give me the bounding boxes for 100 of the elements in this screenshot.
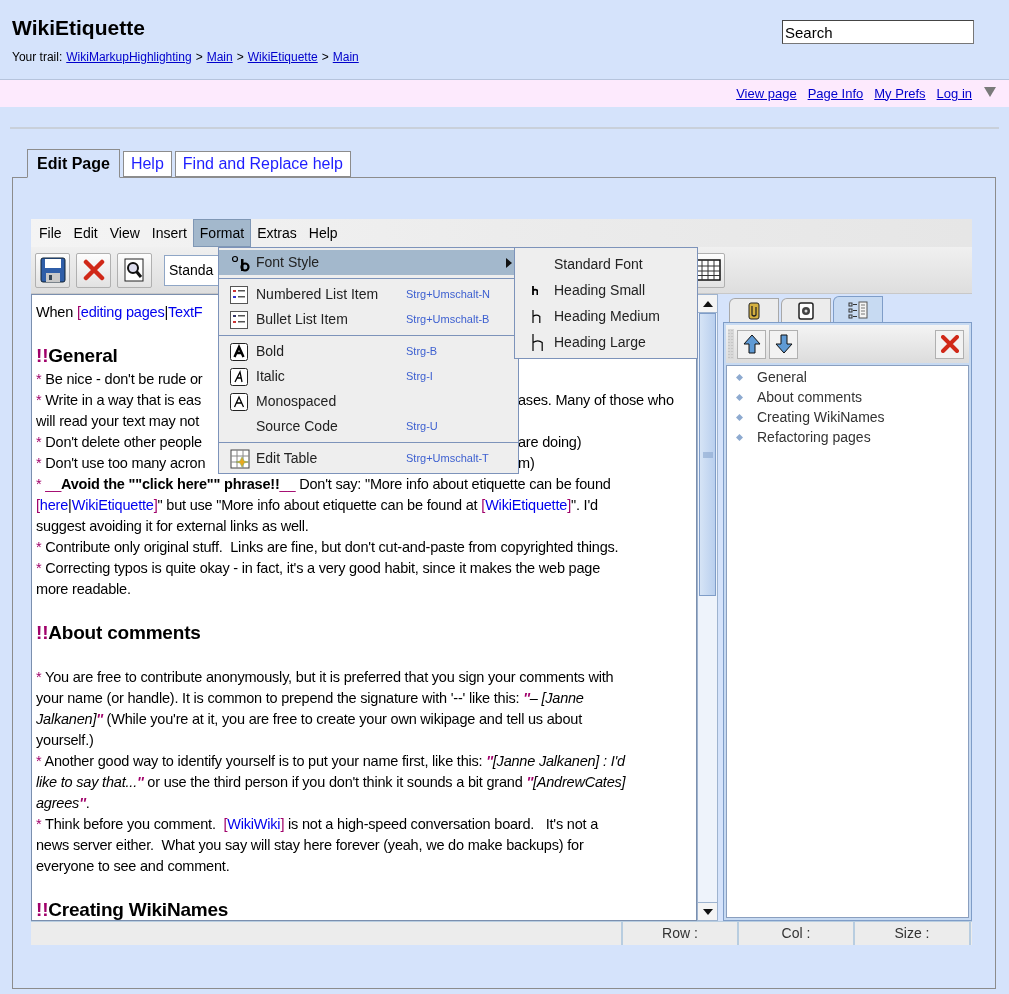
heading-icon — [532, 309, 542, 323]
trail-link[interactable]: Main — [332, 48, 359, 66]
menu-bar-item[interactable]: File — [33, 219, 68, 247]
remove-button[interactable] — [935, 329, 964, 359]
trail-separator: > — [236, 49, 244, 66]
menu-item[interactable]: Bold Strg-B — [219, 339, 518, 364]
trail-link[interactable]: Main — [206, 48, 233, 66]
menu-item[interactable]: Heading Small — [515, 277, 697, 303]
gear-document-icon — [798, 301, 814, 320]
move-down-button[interactable] — [769, 329, 798, 359]
trail-separator: > — [195, 49, 203, 66]
shortcut-label: Strg-B — [406, 344, 438, 360]
shortcut-label: Strg-U — [406, 419, 438, 435]
up-arrow-icon — [742, 334, 761, 354]
dropdown-triangle-icon[interactable] — [984, 86, 996, 97]
markup-text: * Be nice - don't be rude or — [36, 369, 203, 388]
menu-item[interactable]: Source Code Strg-U — [219, 414, 518, 439]
markup-text: ases. Many of those who — [518, 390, 674, 409]
markup-text: * Correcting typos is quite okay - in fact, it's a very good habit, since it makes the web page — [36, 558, 601, 577]
markup-text: will read your text may not — [36, 411, 200, 430]
scrollbar[interactable] — [697, 294, 718, 921]
menu-item[interactable]: Standard Font — [515, 251, 697, 277]
menu-bar-item[interactable]: View — [103, 219, 146, 247]
scroll-down-icon[interactable] — [702, 908, 713, 915]
shortcut-label: Strg-I — [406, 369, 433, 385]
page-tab[interactable]: Find and Replace help — [174, 151, 351, 177]
page-action-link[interactable]: My Prefs — [874, 83, 926, 104]
page-tab[interactable]: Help — [122, 151, 172, 177]
grip-icon — [702, 451, 713, 458]
markup-text: * Think before you comment. [WikiWiki] is not a high-speed conversation board. It's not a — [36, 814, 598, 833]
shortcut-label: Strg+Umschalt-T — [406, 451, 489, 467]
menu-item[interactable]: Monospaced — [219, 389, 518, 414]
markup-text: * Another good way to identify yourself is to put your name first, like this: ''[Janne Jalkanen] : I'd — [36, 751, 625, 770]
markup-text: [here|WikiEtiquette]" but use "More info about etiquette can be found at [WikiEtiquette]". I'd — [36, 495, 598, 514]
markup-text: everyone to see and comment. — [36, 856, 230, 875]
status-label: Row : — [662, 924, 698, 943]
markup-text: like to say that...'' or use the third person if you don't think it sounds a bit grand ''[AndrewCates] — [36, 772, 626, 791]
page-tab[interactable]: Edit Page — [27, 149, 120, 178]
paperclip-icon — [748, 301, 760, 320]
markup-text: * Don't delete other people — [36, 432, 202, 451]
status-label: Size : — [894, 924, 930, 943]
outline-item[interactable]: Refactoring pages — [757, 426, 871, 448]
toolbar-grip-icon — [728, 329, 734, 359]
font-style-icon — [230, 253, 250, 272]
submenu-arrow-icon — [506, 257, 512, 268]
menu-item[interactable]: Edit Table Strg+Umschalt-T — [219, 446, 518, 471]
scroll-up-icon[interactable] — [702, 300, 713, 307]
magnifier-page-icon — [123, 258, 146, 282]
heading-markup: !!About comments — [36, 621, 201, 644]
menu-item[interactable]: Heading Medium — [515, 303, 697, 329]
outline-icon — [848, 300, 868, 319]
side-panel-tab[interactable] — [781, 298, 831, 322]
outline-item[interactable]: General — [757, 366, 807, 388]
side-panel-tab[interactable] — [729, 298, 779, 322]
menu-item[interactable]: Italic Strg-I — [219, 364, 518, 389]
wiki-link[interactable]: WikiEtiquette — [485, 496, 568, 513]
markup-text: Jalkanen]'' (While you're at it, you are free to create your own wikipage and tell us about — [36, 709, 582, 728]
save-button[interactable] — [35, 252, 70, 288]
markup-text: agrees''. — [36, 793, 90, 812]
page-action-link[interactable]: Log in — [936, 83, 972, 104]
move-up-button[interactable] — [737, 329, 766, 359]
page-title: WikiEtiquette — [12, 16, 145, 40]
menu-bar-item[interactable]: Help — [302, 219, 344, 247]
diamond-bullet-icon — [736, 433, 743, 441]
menu-bar-item[interactable]: Edit — [67, 219, 104, 247]
search-field[interactable]: Search — [782, 20, 974, 44]
menu-item[interactable]: Numbered List Item Strg+Umschalt-N — [219, 282, 518, 307]
heading-markup: !!Creating WikiNames — [36, 898, 229, 920]
diamond-bullet-icon — [736, 373, 743, 381]
wiki-link[interactable]: WikiEtiquette — [71, 496, 154, 513]
markup-text: more readable. — [36, 579, 131, 598]
markup-text: * __Avoid the ""click here"" phrase!!__ Don't say: "More info about etiquette can be found — [36, 474, 611, 493]
menu-item[interactable]: Heading Large — [515, 329, 697, 355]
menu-bar-item[interactable]: Insert — [145, 219, 193, 247]
trail-link[interactable]: WikiEtiquette — [247, 48, 318, 66]
close-icon — [940, 335, 959, 353]
markup-text: yourself.) — [36, 730, 94, 749]
menu-bar-item[interactable]: Extras — [251, 219, 303, 247]
delete-button[interactable] — [76, 252, 111, 288]
outline-item[interactable]: Creating WikiNames — [757, 406, 885, 428]
markup-text: suggest avoiding it for external links as well. — [36, 516, 309, 535]
wiki-link[interactable]: WikiWiki — [227, 815, 281, 832]
markup-text: * Contribute only original stuff. Links are fine, but don't cut-and-paste from copyrighted things. — [36, 537, 619, 556]
trail-label: Your trail: — [12, 49, 63, 66]
wiki-link[interactable]: TextF — [168, 303, 203, 320]
preview-button[interactable] — [117, 252, 152, 288]
page-action-link[interactable]: Page Info — [807, 83, 864, 104]
page-action-link[interactable]: View page — [736, 83, 797, 104]
shortcut-label: Strg+Umschalt-B — [406, 312, 490, 328]
markup-text: your name (or handle). It is common to prepend the signature with '--' like this: ''– [Janne — [36, 688, 584, 707]
shortcut-label: Strg+Umschalt-N — [406, 287, 491, 303]
down-arrow-icon — [774, 334, 793, 354]
markup-text: When [editing pages|TextF — [36, 302, 203, 321]
markup-text: are doing) — [518, 432, 582, 451]
close-icon — [82, 259, 105, 281]
diamond-bullet-icon — [736, 393, 743, 401]
trail-link[interactable]: WikiMarkupHighlighting — [66, 48, 192, 66]
menu-item[interactable]: Bullet List Item Strg+Umschalt-B — [219, 307, 518, 332]
outline-item[interactable]: About comments — [757, 386, 863, 408]
menu-bar-item[interactable]: Format — [192, 219, 252, 247]
